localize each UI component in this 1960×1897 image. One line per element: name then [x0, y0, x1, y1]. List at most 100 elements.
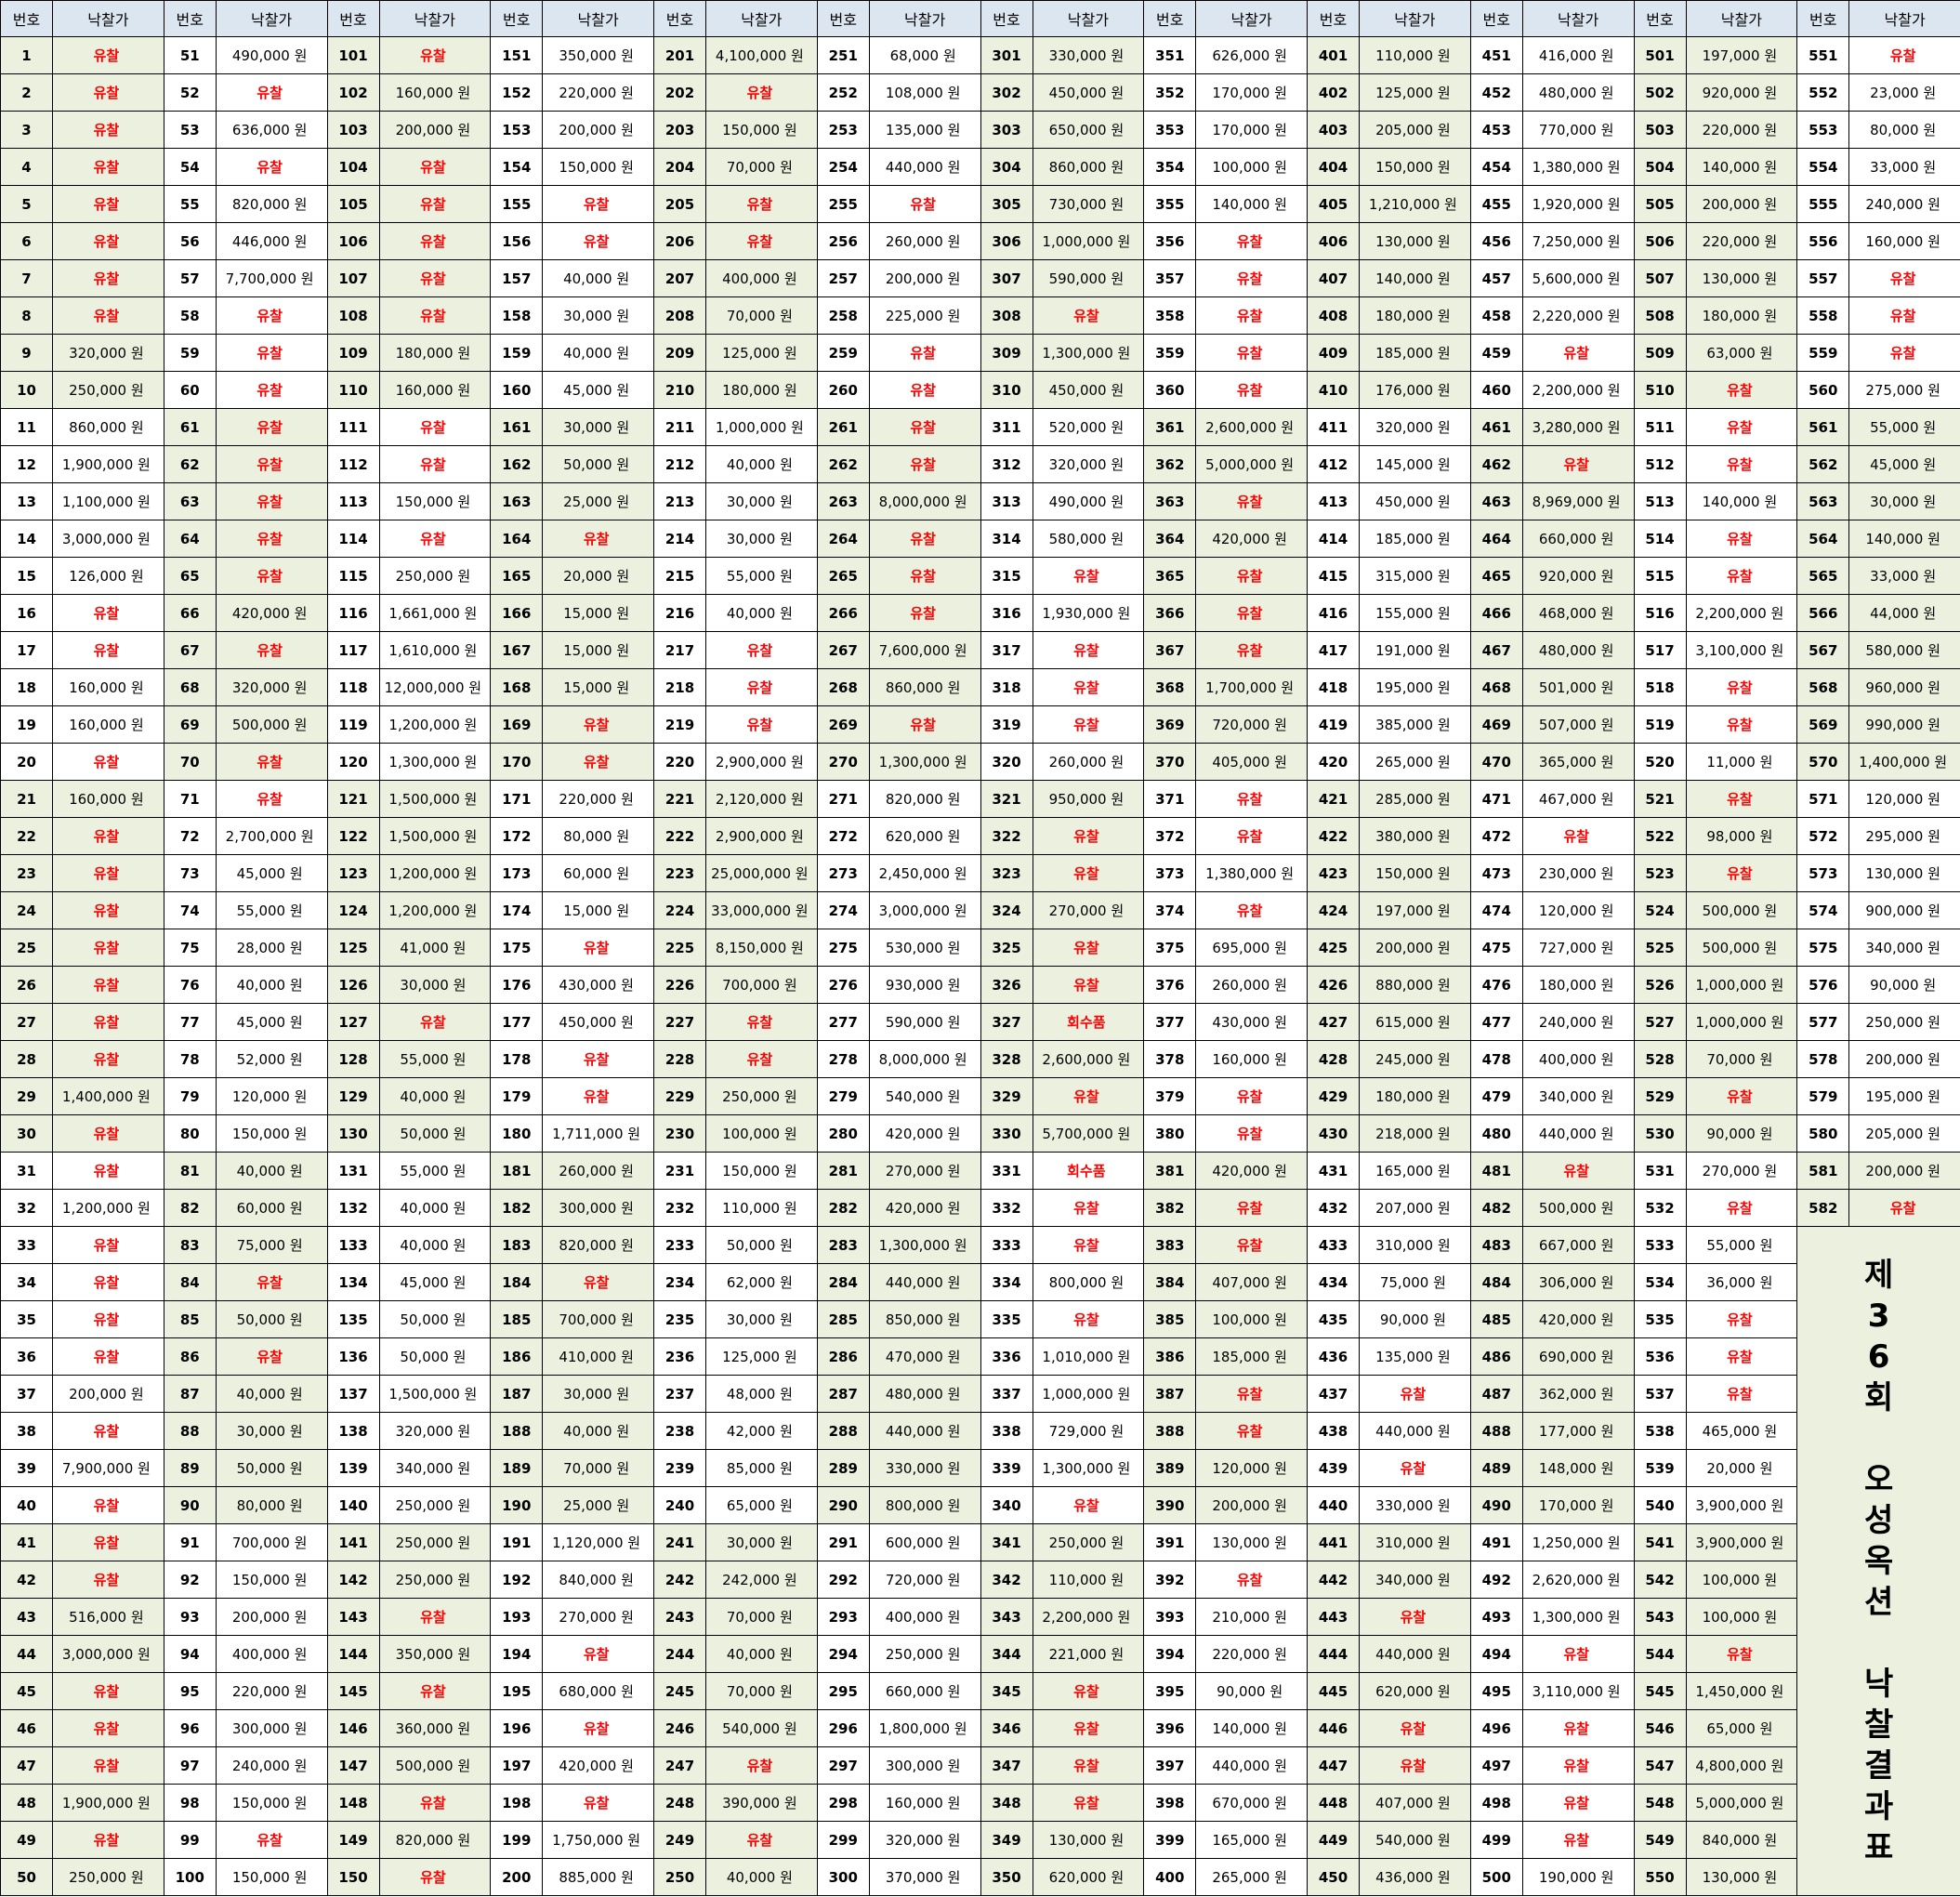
lot-number: 124 [326, 891, 380, 929]
price-value: 110,000 원 [705, 1189, 818, 1227]
lot-number: 89 [163, 1449, 217, 1487]
lot-number: 132 [326, 1189, 380, 1227]
price-value: 620,000 원 [1032, 1858, 1145, 1896]
lot-number: 347 [980, 1746, 1033, 1785]
price-value: 200,000 원 [1359, 929, 1471, 967]
price-value: 1,300,000 원 [868, 743, 981, 781]
lot-number: 44 [0, 1635, 53, 1673]
lot-number: 88 [163, 1412, 217, 1450]
lot-number: 508 [1633, 296, 1687, 335]
lot-number: 345 [980, 1672, 1033, 1710]
lot-number: 24 [0, 891, 53, 929]
lot-number: 168 [490, 668, 544, 706]
lot-number: 306 [980, 222, 1033, 260]
price-failed: 유찰 [52, 222, 164, 260]
lot-number: 285 [816, 1300, 870, 1338]
lot-number: 500 [1469, 1858, 1523, 1896]
lot-number: 72 [163, 817, 217, 855]
lot-number: 213 [653, 482, 706, 520]
price-failed: 유찰 [705, 1040, 818, 1078]
price-failed: 유찰 [378, 1784, 492, 1822]
price-value: 800,000 원 [1032, 1263, 1145, 1301]
price-value: 120,000 원 [215, 1077, 328, 1115]
price-value: 40,000 원 [542, 334, 654, 372]
price-failed: 유찰 [1359, 1375, 1471, 1413]
lot-number: 203 [653, 111, 706, 149]
lot-number: 350 [980, 1858, 1033, 1896]
price-value: 920,000 원 [1685, 73, 1798, 112]
price-failed: 유찰 [1848, 1189, 1960, 1227]
lot-number: 94 [163, 1635, 217, 1673]
price-failed: 유찰 [868, 594, 981, 632]
lot-number: 103 [326, 111, 380, 149]
price-failed: 유찰 [1195, 371, 1308, 409]
price-failed: 유찰 [705, 1746, 818, 1785]
table-row: 41 유찰 91 700,000 원 141 250,000 원 191 1,120,000 … [0, 1523, 1960, 1561]
price-failed: 유찰 [1685, 371, 1798, 409]
lot-number: 432 [1307, 1189, 1360, 1227]
lot-number: 254 [816, 148, 870, 186]
price-failed: 유찰 [1521, 1152, 1635, 1190]
lot-number: 251 [816, 36, 870, 74]
price-value: 180,000 원 [1521, 966, 1635, 1004]
table-row: 3 유찰 53 636,000 원 103 200,000 원 153 200,000 원 20… [0, 111, 1960, 149]
price-failed: 유찰 [1195, 1114, 1308, 1153]
lot-number: 355 [1143, 185, 1197, 223]
lot-number: 128 [326, 1040, 380, 1078]
lot-number: 310 [980, 371, 1033, 409]
lot-number: 484 [1469, 1263, 1523, 1301]
lot-number: 292 [816, 1561, 870, 1599]
lot-number: 446 [1307, 1709, 1360, 1747]
price-value: 350,000 원 [542, 36, 654, 74]
price-value: 200,000 원 [1685, 185, 1798, 223]
side-title-char: 표 [1863, 1828, 1894, 1866]
lot-number: 569 [1796, 705, 1850, 744]
price-failed: 유찰 [1032, 1784, 1145, 1822]
price-failed: 유찰 [215, 482, 328, 520]
table-row: 7 유찰 57 7,700,000 원 107 유찰 157 40,000 원 207 400,0… [0, 259, 1960, 297]
lot-number: 10 [0, 371, 53, 409]
lot-number: 79 [163, 1077, 217, 1115]
header-price: 낙찰가 [1359, 0, 1471, 37]
price-value: 250,000 원 [1032, 1523, 1145, 1561]
lot-number: 268 [816, 668, 870, 706]
price-value: 440,000 원 [1359, 1635, 1471, 1673]
price-failed: 유찰 [1195, 1412, 1308, 1450]
lot-number: 564 [1796, 520, 1850, 558]
price-value: 200,000 원 [868, 259, 981, 297]
lot-number: 557 [1796, 259, 1850, 297]
price-value: 2,900,000 원 [705, 743, 818, 781]
price-value: 220,000 원 [215, 1672, 328, 1710]
lot-number: 428 [1307, 1040, 1360, 1078]
lot-number: 276 [816, 966, 870, 1004]
lot-number: 23 [0, 854, 53, 892]
price-value: 270,000 원 [868, 1152, 981, 1190]
lot-number: 370 [1143, 743, 1197, 781]
lot-number: 167 [490, 631, 544, 669]
table-row: 48 1,900,000 원 98 150,000 원 148 유찰 198 유찰 248 390… [0, 1784, 1960, 1822]
lot-number: 542 [1633, 1561, 1687, 1599]
lot-number: 26 [0, 966, 53, 1004]
price-failed: 유찰 [215, 631, 328, 669]
lot-number: 560 [1796, 371, 1850, 409]
lot-number: 181 [490, 1152, 544, 1190]
lot-number: 461 [1469, 408, 1523, 446]
lot-number: 317 [980, 631, 1033, 669]
lot-number: 336 [980, 1337, 1033, 1376]
price-value: 15,000 원 [542, 668, 654, 706]
lot-number: 212 [653, 445, 706, 483]
price-value: 33,000 원 [1848, 148, 1960, 186]
lot-number: 261 [816, 408, 870, 446]
price-value: 1,661,000 원 [378, 594, 492, 632]
price-value: 130,000 원 [1195, 1523, 1308, 1561]
lot-number: 546 [1633, 1709, 1687, 1747]
lot-number: 111 [326, 408, 380, 446]
lot-number: 42 [0, 1561, 53, 1599]
lot-number: 390 [1143, 1486, 1197, 1524]
price-value: 468,000 원 [1521, 594, 1635, 632]
lot-number: 175 [490, 929, 544, 967]
lot-number: 90 [163, 1486, 217, 1524]
price-value: 30,000 원 [542, 1375, 654, 1413]
lot-number: 64 [163, 520, 217, 558]
lot-number: 256 [816, 222, 870, 260]
